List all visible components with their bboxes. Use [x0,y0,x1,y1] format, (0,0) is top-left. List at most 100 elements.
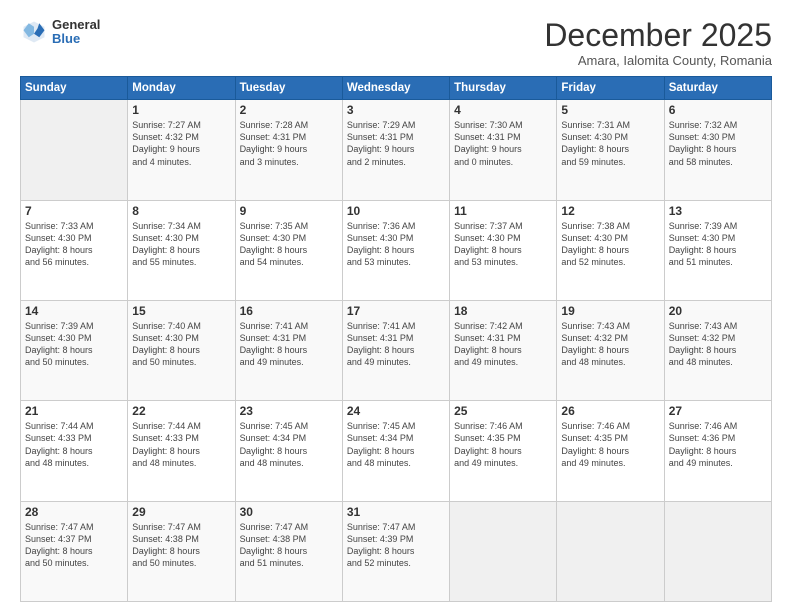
day-number: 29 [132,505,230,519]
header-friday: Friday [557,77,664,100]
day-info: Sunrise: 7:47 AM Sunset: 4:37 PM Dayligh… [25,521,123,570]
day-info: Sunrise: 7:37 AM Sunset: 4:30 PM Dayligh… [454,220,552,269]
day-number: 17 [347,304,445,318]
cell-w0-d3: 3Sunrise: 7:29 AM Sunset: 4:31 PM Daylig… [342,100,449,200]
cell-w0-d0 [21,100,128,200]
day-info: Sunrise: 7:39 AM Sunset: 4:30 PM Dayligh… [669,220,767,269]
day-info: Sunrise: 7:36 AM Sunset: 4:30 PM Dayligh… [347,220,445,269]
day-number: 26 [561,404,659,418]
cell-w2-d2: 16Sunrise: 7:41 AM Sunset: 4:31 PM Dayli… [235,300,342,400]
cell-w4-d3: 31Sunrise: 7:47 AM Sunset: 4:39 PM Dayli… [342,501,449,601]
day-info: Sunrise: 7:34 AM Sunset: 4:30 PM Dayligh… [132,220,230,269]
day-info: Sunrise: 7:45 AM Sunset: 4:34 PM Dayligh… [240,420,338,469]
header-monday: Monday [128,77,235,100]
cell-w0-d1: 1 Sunrise: 7:27 AM Sunset: 4:32 PM Daylig… [128,100,235,200]
header-tuesday: Tuesday [235,77,342,100]
cell-w0-d6: 6Sunrise: 7:32 AM Sunset: 4:30 PM Daylig… [664,100,771,200]
day-number: 16 [240,304,338,318]
cell-w3-d6: 27Sunrise: 7:46 AM Sunset: 4:36 PM Dayli… [664,401,771,501]
day-number: 6 [669,103,767,117]
weekday-header-row: Sunday Monday Tuesday Wednesday Thursday… [21,77,772,100]
month-title: December 2025 [544,18,772,53]
day-info: Sunrise: 7:46 AM Sunset: 4:35 PM Dayligh… [454,420,552,469]
day-number: 25 [454,404,552,418]
title-section: December 2025 Amara, Ialomita County, Ro… [544,18,772,68]
day-info: Sunrise: 7:47 AM Sunset: 4:38 PM Dayligh… [132,521,230,570]
cell-w4-d0: 28 Sunrise: 7:47 AM Sunset: 4:37 PM Dayli… [21,501,128,601]
day-number: 15 [132,304,230,318]
day-info: Sunrise: 7:28 AM Sunset: 4:31 PM Dayligh… [240,119,338,168]
day-number: 20 [669,304,767,318]
day-info: Sunrise: 7:47 AM Sunset: 4:38 PM Dayligh… [240,521,338,570]
cell-w2-d0: 14Sunrise: 7:39 AM Sunset: 4:30 PM Dayli… [21,300,128,400]
day-info: Sunrise: 7:44 AM Sunset: 4:33 PM Dayligh… [132,420,230,469]
day-number: 5 [561,103,659,117]
day-info: Sunrise: 7:43 AM Sunset: 4:32 PM Dayligh… [561,320,659,369]
week-row-1: 7 Sunrise: 7:33 AM Sunset: 4:30 PM Daylig… [21,200,772,300]
cell-w4-d4 [450,501,557,601]
cell-w3-d3: 24Sunrise: 7:45 AM Sunset: 4:34 PM Dayli… [342,401,449,501]
cell-w4-d2: 30 Sunrise: 7:47 AM Sunset: 4:38 PM Dayli… [235,501,342,601]
cell-w3-d0: 21 Sunrise: 7:44 AM Sunset: 4:33 PM Dayli… [21,401,128,501]
week-row-0: 1 Sunrise: 7:27 AM Sunset: 4:32 PM Daylig… [21,100,772,200]
day-info: Sunrise: 7:44 AM Sunset: 4:33 PM Dayligh… [25,420,123,469]
day-number: 12 [561,204,659,218]
header: General Blue December 2025 Amara, Ialomi… [20,18,772,68]
day-number: 4 [454,103,552,117]
cell-w3-d5: 26Sunrise: 7:46 AM Sunset: 4:35 PM Dayli… [557,401,664,501]
day-number: 7 [25,204,123,218]
day-info: Sunrise: 7:38 AM Sunset: 4:30 PM Dayligh… [561,220,659,269]
calendar-table: Sunday Monday Tuesday Wednesday Thursday… [20,76,772,602]
day-number: 21 [25,404,123,418]
logo-blue-text: Blue [52,32,100,46]
day-number: 9 [240,204,338,218]
day-number: 8 [132,204,230,218]
header-wednesday: Wednesday [342,77,449,100]
cell-w0-d2: 2 Sunrise: 7:28 AM Sunset: 4:31 PM Daylig… [235,100,342,200]
cell-w1-d4: 11 Sunrise: 7:37 AM Sunset: 4:30 PM Dayli… [450,200,557,300]
week-row-4: 28 Sunrise: 7:47 AM Sunset: 4:37 PM Dayli… [21,501,772,601]
day-info: Sunrise: 7:43 AM Sunset: 4:32 PM Dayligh… [669,320,767,369]
day-number: 11 [454,204,552,218]
day-info: Sunrise: 7:31 AM Sunset: 4:30 PM Dayligh… [561,119,659,168]
day-number: 22 [132,404,230,418]
day-number: 18 [454,304,552,318]
day-number: 1 [132,103,230,117]
cell-w3-d1: 22 Sunrise: 7:44 AM Sunset: 4:33 PM Dayli… [128,401,235,501]
cell-w1-d3: 10Sunrise: 7:36 AM Sunset: 4:30 PM Dayli… [342,200,449,300]
day-number: 2 [240,103,338,117]
day-info: Sunrise: 7:33 AM Sunset: 4:30 PM Dayligh… [25,220,123,269]
header-thursday: Thursday [450,77,557,100]
day-info: Sunrise: 7:35 AM Sunset: 4:30 PM Dayligh… [240,220,338,269]
cell-w4-d6 [664,501,771,601]
cell-w2-d1: 15 Sunrise: 7:40 AM Sunset: 4:30 PM Dayli… [128,300,235,400]
cell-w1-d5: 12 Sunrise: 7:38 AM Sunset: 4:30 PM Dayli… [557,200,664,300]
cell-w1-d6: 13 Sunrise: 7:39 AM Sunset: 4:30 PM Dayli… [664,200,771,300]
day-number: 28 [25,505,123,519]
day-number: 31 [347,505,445,519]
cell-w0-d5: 5 Sunrise: 7:31 AM Sunset: 4:30 PM Daylig… [557,100,664,200]
day-info: Sunrise: 7:30 AM Sunset: 4:31 PM Dayligh… [454,119,552,168]
day-number: 13 [669,204,767,218]
logo-general-text: General [52,18,100,32]
day-info: Sunrise: 7:27 AM Sunset: 4:32 PM Dayligh… [132,119,230,168]
header-saturday: Saturday [664,77,771,100]
cell-w3-d2: 23Sunrise: 7:45 AM Sunset: 4:34 PM Dayli… [235,401,342,501]
day-info: Sunrise: 7:46 AM Sunset: 4:36 PM Dayligh… [669,420,767,469]
day-info: Sunrise: 7:45 AM Sunset: 4:34 PM Dayligh… [347,420,445,469]
cell-w1-d1: 8 Sunrise: 7:34 AM Sunset: 4:30 PM Daylig… [128,200,235,300]
day-info: Sunrise: 7:42 AM Sunset: 4:31 PM Dayligh… [454,320,552,369]
page: General Blue December 2025 Amara, Ialomi… [0,0,792,612]
day-info: Sunrise: 7:40 AM Sunset: 4:30 PM Dayligh… [132,320,230,369]
cell-w4-d5 [557,501,664,601]
cell-w4-d1: 29 Sunrise: 7:47 AM Sunset: 4:38 PM Dayli… [128,501,235,601]
cell-w1-d2: 9 Sunrise: 7:35 AM Sunset: 4:30 PM Daylig… [235,200,342,300]
week-row-2: 14Sunrise: 7:39 AM Sunset: 4:30 PM Dayli… [21,300,772,400]
header-sunday: Sunday [21,77,128,100]
cell-w2-d3: 17Sunrise: 7:41 AM Sunset: 4:31 PM Dayli… [342,300,449,400]
cell-w1-d0: 7 Sunrise: 7:33 AM Sunset: 4:30 PM Daylig… [21,200,128,300]
location-subtitle: Amara, Ialomita County, Romania [544,53,772,68]
cell-w2-d4: 18 Sunrise: 7:42 AM Sunset: 4:31 PM Dayli… [450,300,557,400]
day-number: 30 [240,505,338,519]
day-info: Sunrise: 7:29 AM Sunset: 4:31 PM Dayligh… [347,119,445,168]
